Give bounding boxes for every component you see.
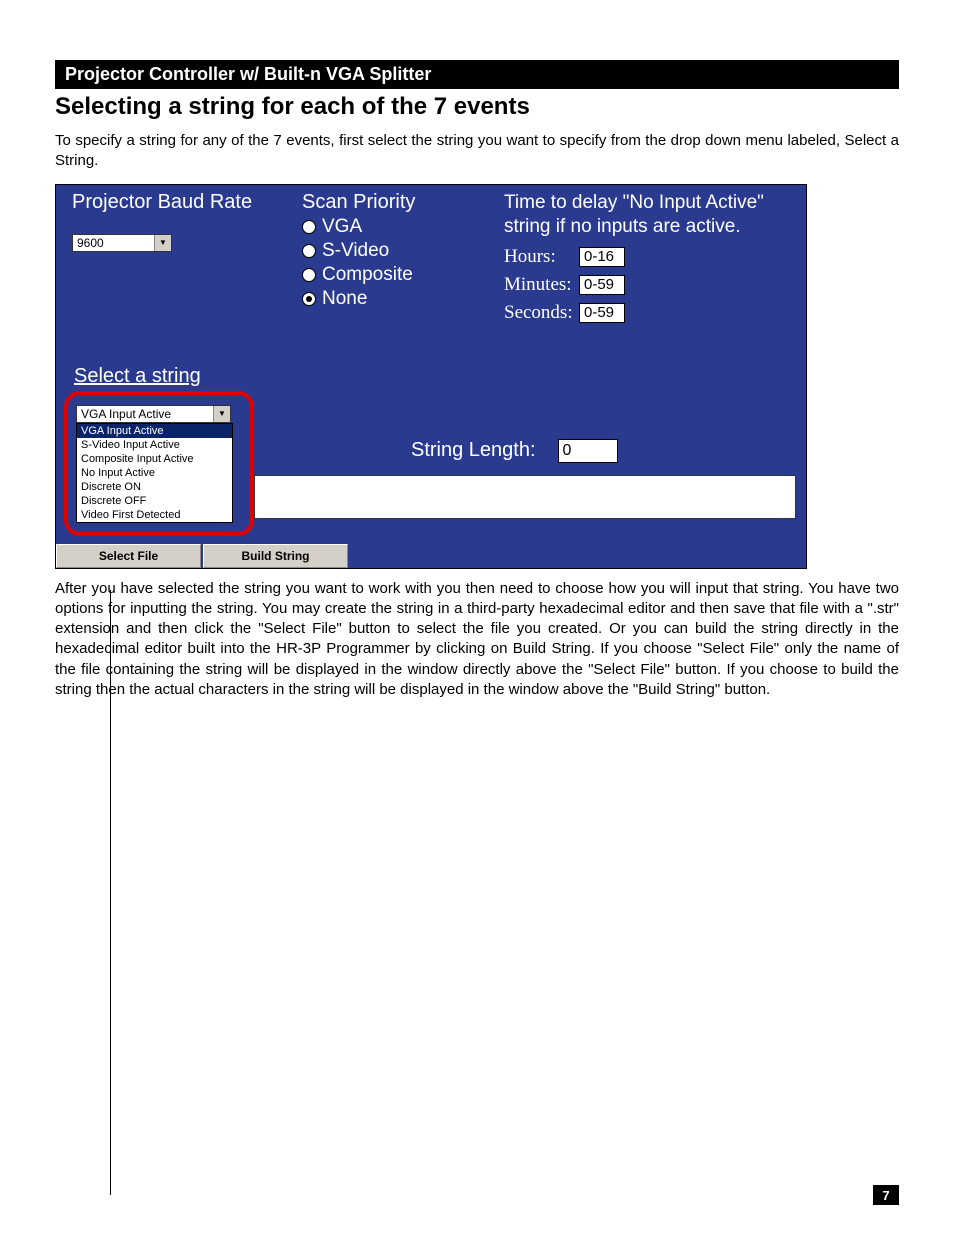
dropdown-option[interactable]: VGA Input Active	[77, 424, 232, 438]
delay-hours-label: Hours:	[504, 246, 579, 268]
select-string-label: Select a string	[74, 365, 201, 387]
dropdown-option[interactable]: Discrete ON	[77, 480, 232, 494]
section-heading: Selecting a string for each of the 7 eve…	[55, 93, 899, 121]
scan-option-label: S-Video	[322, 240, 389, 262]
radio-icon	[302, 268, 316, 282]
string-length-field[interactable]: 0	[558, 439, 618, 463]
baud-rate-value: 9600	[73, 235, 108, 251]
select-string-label-block: Select a string	[74, 365, 201, 388]
scan-option-label: Composite	[322, 264, 413, 286]
delay-seconds-row: Seconds: 0-59	[504, 302, 796, 324]
product-title: Projector Controller w/ Built-n VGA Spli…	[65, 64, 431, 84]
page-divider-line	[110, 590, 111, 1195]
delay-hours-row: Hours: 0-16	[504, 246, 796, 268]
delay-minutes-field[interactable]: 0-59	[579, 275, 625, 295]
delay-seconds-field[interactable]: 0-59	[579, 303, 625, 323]
baud-rate-dropdown[interactable]: 9600 ▼	[72, 234, 172, 252]
scan-option-label: VGA	[322, 216, 362, 238]
string-length-label: String Length:	[411, 439, 536, 462]
button-row: Select File Build String	[56, 544, 350, 568]
page-number: 7	[873, 1185, 899, 1205]
dropdown-option[interactable]: Discrete OFF	[77, 494, 232, 508]
scan-option-composite[interactable]: Composite	[302, 264, 415, 286]
select-string-dropdown[interactable]: VGA Input Active ▼	[76, 405, 231, 423]
scan-option-none[interactable]: None	[302, 288, 415, 310]
scan-option-label: None	[322, 288, 367, 310]
chevron-down-icon: ▼	[154, 235, 171, 251]
select-string-value: VGA Input Active	[77, 406, 175, 422]
delay-seconds-label: Seconds:	[504, 302, 579, 324]
dropdown-option[interactable]: No Input Active	[77, 466, 232, 480]
radio-icon	[302, 244, 316, 258]
scan-priority-block: Scan Priority VGA S-Video Composite None	[302, 191, 415, 310]
baud-rate-block: Projector Baud Rate 9600 ▼	[72, 191, 252, 252]
delay-minutes-label: Minutes:	[504, 274, 579, 296]
delay-hours-field[interactable]: 0-16	[579, 247, 625, 267]
scan-option-svideo[interactable]: S-Video	[302, 240, 415, 262]
chevron-down-icon: ▼	[213, 406, 230, 422]
intro-paragraph: To specify a string for any of the 7 eve…	[55, 131, 899, 172]
string-display-textarea[interactable]	[254, 475, 796, 519]
build-string-button[interactable]: Build String	[203, 544, 348, 568]
dropdown-option[interactable]: Video First Detected	[77, 508, 232, 522]
body-paragraph: After you have selected the string you w…	[55, 579, 899, 701]
config-screenshot: Projector Baud Rate 9600 ▼ Scan Priority…	[55, 184, 807, 569]
delay-description-line2: string if no inputs are active.	[504, 215, 796, 240]
baud-rate-label: Projector Baud Rate	[72, 191, 252, 214]
dropdown-option[interactable]: Composite Input Active	[77, 452, 232, 466]
scan-option-vga[interactable]: VGA	[302, 216, 415, 238]
radio-icon	[302, 220, 316, 234]
string-length-block: String Length: 0	[411, 439, 618, 463]
select-string-dropdown-list[interactable]: VGA Input Active S-Video Input Active Co…	[76, 423, 233, 523]
radio-icon	[302, 292, 316, 306]
scan-priority-label: Scan Priority	[302, 191, 415, 214]
select-file-button[interactable]: Select File	[56, 544, 201, 568]
product-title-bar: Projector Controller w/ Built-n VGA Spli…	[55, 60, 899, 89]
delay-block: Time to delay "No Input Active" string i…	[504, 191, 796, 324]
delay-description-line1: Time to delay "No Input Active"	[504, 191, 796, 216]
delay-minutes-row: Minutes: 0-59	[504, 274, 796, 296]
dropdown-option[interactable]: S-Video Input Active	[77, 438, 232, 452]
